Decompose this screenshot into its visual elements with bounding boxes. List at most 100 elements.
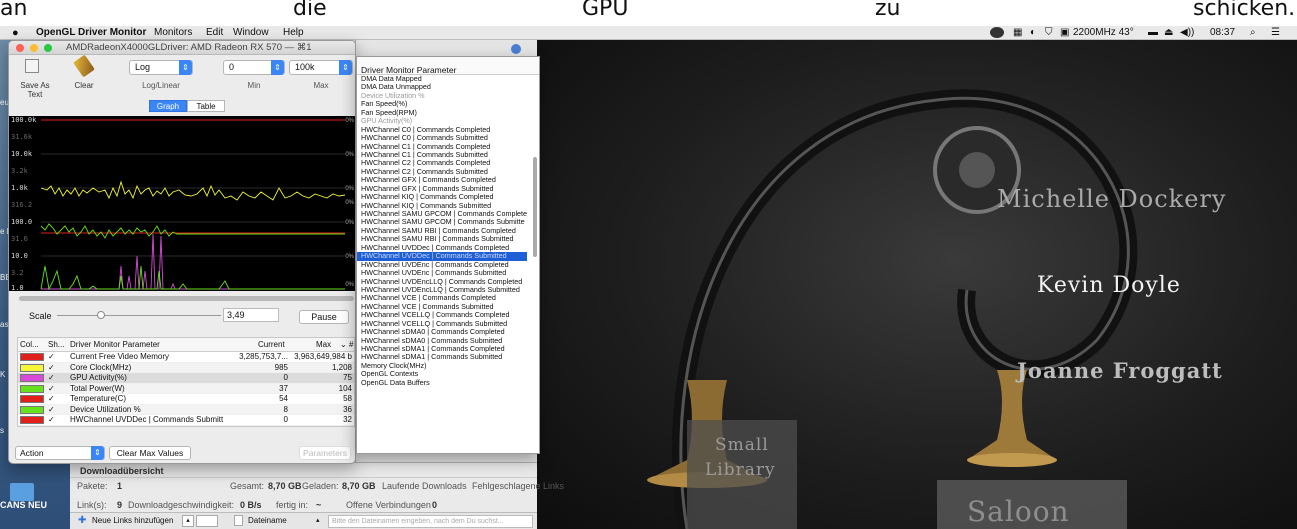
shield-icon[interactable]: ⛉	[1045, 26, 1053, 40]
notification-center-icon[interactable]: ☰	[1271, 26, 1280, 40]
parameter-list-item[interactable]: HWChannel UVDEncLLQ | Commands Submitted	[357, 286, 527, 294]
max-stepper-icon[interactable]: ⇕	[339, 60, 352, 75]
header-max[interactable]: Max	[316, 338, 331, 352]
parameter-list-item[interactable]: GPU Activity(%)	[357, 117, 527, 125]
series-color-swatch[interactable]	[20, 416, 44, 424]
graph-view[interactable]: 100.0k 31.6k 10.0k 3.2k 1.0k 316.2 100.0…	[9, 116, 355, 292]
apple-menu-icon[interactable]: ●	[12, 26, 19, 40]
parameter-list-item[interactable]: DMA Data Unmapped	[357, 83, 527, 91]
cpu-readout[interactable]: 2200MHz 43°	[1073, 26, 1134, 40]
parameter-list-item[interactable]: HWChannel SAMU GPCOM | Commands Submitte	[357, 218, 527, 226]
volume-icon[interactable]: ◀))	[1180, 26, 1194, 40]
broom-icon[interactable]	[73, 54, 95, 78]
parameter-list-scrollbar[interactable]	[533, 157, 537, 257]
header-hash[interactable]: #	[349, 338, 353, 352]
save-as-text-button[interactable]: Save As Text	[13, 81, 57, 99]
parameter-list-item[interactable]: HWChannel sDMA1 | Commands Completed	[357, 345, 527, 353]
parameter-list-item[interactable]: HWChannel SAMU RBI | Commands Completed	[357, 227, 527, 235]
clear-button[interactable]: Clear	[73, 81, 95, 90]
clock[interactable]: 08:37	[1210, 26, 1235, 40]
show-checkbox[interactable]: ✓	[48, 415, 55, 425]
parameter-list-item[interactable]: HWChannel KIQ | Commands Completed	[357, 193, 527, 201]
parameter-list-item[interactable]: HWChannel C1 | Commands Completed	[357, 143, 527, 151]
parameter-list-item[interactable]: HWChannel C2 | Commands Completed	[357, 159, 527, 167]
filename-search-input[interactable]: Bitte den Dateinamen eingeben, nach dem …	[328, 515, 533, 528]
parameter-list-item[interactable]: HWChannel VCELLQ | Commands Submitted	[357, 320, 527, 328]
parameter-list-item[interactable]: HWChannel GFX | Commands Completed	[357, 176, 527, 184]
series-color-swatch[interactable]	[20, 363, 44, 372]
table-row[interactable]: ✓ Total Power(W) 37 104	[18, 383, 354, 394]
parameter-list-item[interactable]: HWChannel UVDDec | Commands Submitted	[357, 252, 527, 261]
parameter-list-item[interactable]: HWChannel C0 | Commands Completed	[357, 126, 527, 134]
spotlight-search-icon[interactable]: ⌕	[1250, 26, 1256, 40]
parameter-list-item[interactable]: HWChannel SAMU RBI | Commands Submitted	[357, 235, 527, 243]
status-grid-icon[interactable]: ▦	[1013, 26, 1022, 40]
parameter-list-item[interactable]: Fan Speed(RPM)	[357, 109, 527, 117]
header-sort-icon[interactable]: ⌄	[340, 338, 347, 352]
table-row[interactable]: ✓ GPU Activity(%) 0 75	[18, 373, 354, 384]
table-row[interactable]: ✓ Current Free Video Memory 3,285,753,7...…	[18, 352, 354, 363]
pause-button[interactable]: Pause	[299, 310, 349, 324]
header-show[interactable]: Sh...	[48, 338, 64, 352]
table-row[interactable]: ✓ Temperature(C) 54 58	[18, 394, 354, 405]
clear-max-values-button[interactable]: Clear Max Values	[109, 446, 191, 460]
show-checkbox[interactable]: ✓	[48, 394, 55, 404]
table-row[interactable]: ✓ Device Utilization % 8 36	[18, 404, 354, 415]
menu-monitors[interactable]: Monitors	[154, 26, 192, 40]
scale-slider[interactable]	[57, 315, 221, 316]
menu-help[interactable]: Help	[283, 26, 304, 40]
scale-slider-knob[interactable]	[97, 311, 105, 319]
show-checkbox[interactable]: ✓	[48, 373, 55, 383]
cpu-monitor-icon[interactable]: ▣	[1060, 26, 1069, 40]
series-color-swatch[interactable]	[20, 395, 44, 403]
parameter-list-item[interactable]: Fan Speed(%)	[357, 100, 527, 108]
parameter-list-item[interactable]: HWChannel GFX | Commands Submitted	[357, 185, 527, 193]
close-button[interactable]	[16, 44, 24, 52]
status-drop-icon[interactable]: ◐	[1030, 26, 1036, 40]
header-color[interactable]: Col...	[20, 338, 39, 352]
folder-icon[interactable]	[10, 483, 34, 501]
graph-horizontal-scrollbar[interactable]	[19, 296, 354, 301]
series-color-swatch[interactable]	[20, 405, 44, 414]
show-checkbox[interactable]: ✓	[48, 405, 55, 415]
status-app-icon[interactable]	[990, 27, 1004, 38]
zoom-button[interactable]	[44, 44, 52, 52]
parameter-list-item[interactable]: HWChannel KIQ | Commands Submitted	[357, 202, 527, 210]
desktop-folder-label[interactable]: CANS NEU	[0, 500, 47, 510]
window-titlebar[interactable]: AMDRadeonX4000GLDriver: AMD Radeon RX 57…	[9, 41, 355, 55]
header-current[interactable]: Current	[258, 338, 285, 352]
show-checkbox[interactable]: ✓	[48, 352, 55, 362]
display-icon[interactable]: ▬	[1148, 26, 1158, 40]
dropdown-arrow-icon[interactable]: ▴	[182, 515, 194, 527]
action-select[interactable]: Action ⇕	[15, 446, 105, 460]
parameter-list-item[interactable]: DMA Data Mapped	[357, 75, 527, 83]
series-color-swatch[interactable]	[20, 384, 44, 393]
parameter-list-item[interactable]: Memory Clock(MHz)	[357, 362, 527, 370]
filename-select-arrow-icon[interactable]: ▴	[316, 516, 320, 524]
filename-select[interactable]: Dateiname	[248, 516, 287, 525]
show-checkbox[interactable]: ✓	[48, 384, 55, 394]
series-color-swatch[interactable]	[20, 353, 44, 361]
parameter-list-item[interactable]: OpenGL Data Buffers	[357, 379, 527, 387]
parameter-list-item[interactable]: HWChannel UVDEncLLQ | Commands Completed	[357, 278, 527, 286]
save-document-icon[interactable]	[25, 59, 39, 73]
parameter-list-item[interactable]: HWChannel UVDEnc | Commands Submitted	[357, 269, 527, 277]
table-row[interactable]: ✓ Core Clock(MHz) 985 1,208	[18, 362, 354, 373]
parameter-list-item[interactable]: Device Utilization %	[357, 92, 527, 100]
parameter-list-item[interactable]: HWChannel sDMA0 | Commands Completed	[357, 328, 527, 336]
show-checkbox[interactable]: ✓	[48, 363, 55, 373]
log-linear-select[interactable]: Log ⇕	[129, 60, 193, 75]
menu-edit[interactable]: Edit	[206, 26, 223, 40]
link-grabber-icon[interactable]	[196, 515, 218, 527]
header-parameter[interactable]: Driver Monitor Parameter	[70, 338, 160, 352]
parameter-list-item[interactable]: HWChannel sDMA0 | Commands Submitted	[357, 337, 527, 345]
tab-graph[interactable]: Graph	[149, 100, 187, 112]
series-color-swatch[interactable]	[20, 374, 44, 382]
parameter-list-item[interactable]: HWChannel UVDEnc | Commands Completed	[357, 261, 527, 269]
video-player[interactable]: Michelle Dockery Kevin Doyle Joanne Frog…	[537, 40, 1297, 529]
parameter-list-item[interactable]: HWChannel C1 | Commands Submitted	[357, 151, 527, 159]
parameter-list-item[interactable]: HWChannel UVDDec | Commands Completed	[357, 244, 527, 252]
menu-window[interactable]: Window	[233, 26, 269, 40]
table-row[interactable]: ✓ HWChannel UVDDec | Commands Submitt 0 32	[18, 415, 354, 426]
min-stepper-icon[interactable]: ⇕	[271, 60, 284, 75]
